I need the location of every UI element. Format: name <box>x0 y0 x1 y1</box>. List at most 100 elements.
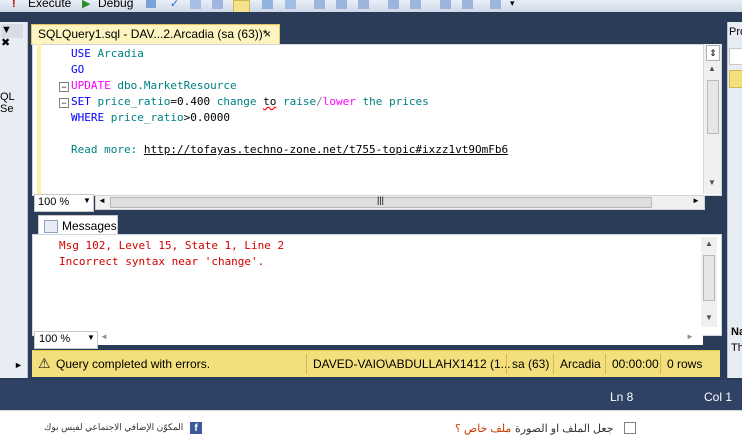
scroll-left-icon[interactable]: ◄ <box>98 196 106 205</box>
database-name: Arcadia <box>97 47 144 60</box>
scroll-left-icon[interactable]: ◄ <box>100 332 108 341</box>
warning-icon: ⚠ <box>38 355 51 371</box>
facebook-icon[interactable]: f <box>190 422 202 434</box>
social-plugin-text[interactable]: المكوّن الإضافي الاجتماعي لفيس بوك <box>44 422 183 433</box>
editor-line-4: SET price_ratio=0.400 change to raise/lo… <box>71 95 429 108</box>
keyword-use: USE <box>71 47 91 60</box>
editor-line-6: Read more: http://tofayas.techno-zone.ne… <box>71 143 508 156</box>
status-elapsed: 00:00:00 <box>612 357 659 371</box>
messages-icon <box>44 220 58 233</box>
editor-line-5: WHERE price_ratio>0.0000 <box>71 111 230 124</box>
results-zoom-value: 100 % <box>39 333 71 345</box>
editor-vertical-scrollbar[interactable]: ⇕ ▲ ▼ <box>703 44 721 194</box>
results-horizontal-scrollbar[interactable]: ◄ ► <box>98 332 703 345</box>
column-name: price_ratio <box>97 95 171 108</box>
results-vertical-scrollbar[interactable]: ▲ ▼ <box>701 237 717 327</box>
object-explorer-panel: ▼ ✖ QL Se ► <box>0 22 28 378</box>
scroll-thumb[interactable] <box>707 80 719 134</box>
keyword-update: UPDATE <box>71 79 111 92</box>
results-zoom-dropdown[interactable]: 100 % ▼ <box>34 331 98 349</box>
error-message-1: Msg 102, Level 15, State 1, Line 2 <box>59 239 285 252</box>
keyword-where: WHERE <box>71 111 105 124</box>
editor-line-3: UPDATE dbo.MarketResource <box>71 79 237 92</box>
status-rows: 0 rows <box>667 357 703 371</box>
close-icon[interactable]: × <box>264 27 271 41</box>
specify-values-icon[interactable] <box>410 0 421 9</box>
outdent-icon[interactable] <box>388 0 399 9</box>
token-raise: raise <box>282 95 317 108</box>
properties-dropdown[interactable] <box>729 48 742 65</box>
parse-icon[interactable]: ✓ <box>170 0 179 10</box>
collapse-set-icon[interactable]: − <box>59 98 69 108</box>
private-file-checkbox[interactable] <box>624 422 636 434</box>
toolbar: ! Execute ▶ Debug ✓ ▾ <box>0 0 742 12</box>
table-name: dbo.MarketResource <box>117 79 237 92</box>
uncomment-icon[interactable] <box>336 0 347 9</box>
editor-zoom-dropdown[interactable]: 100 % ▼ <box>34 194 94 212</box>
tab-title: SQLQuery1.sql - DAV...2.Arcadia (sa (63)… <box>38 27 268 41</box>
properties-panel: Pro Na Th <box>727 22 742 378</box>
scroll-right-icon[interactable]: ► <box>686 332 694 341</box>
split-icon[interactable]: ⇕ <box>706 45 720 61</box>
scroll-up-icon[interactable]: ▲ <box>705 239 713 248</box>
messages-tab-label: Messages <box>62 219 117 233</box>
private-file-link[interactable]: ملف خاص ؟ <box>455 422 511 435</box>
assignment-value: =0.400 <box>170 95 211 108</box>
chevron-down-icon: ▼ <box>83 196 91 205</box>
object-explorer-label: QL Se <box>0 91 15 115</box>
execute-icon: ! <box>12 0 16 10</box>
tab-sqlquery1[interactable]: SQLQuery1.sql - DAV...2.Arcadia (sa (63)… <box>31 24 280 45</box>
read-more-label: Read more: <box>71 143 138 156</box>
status-separator <box>306 354 307 374</box>
status-user: sa (63) <box>512 357 550 371</box>
indent-icon[interactable] <box>358 0 369 9</box>
query-editor[interactable]: USE Arcadia GO UPDATE dbo.MarketResource… <box>32 44 722 196</box>
error-message-2: Incorrect syntax near 'change'. <box>59 255 265 268</box>
query-status-bar: ⚠ Query completed with errors. DAVED-VAI… <box>32 350 720 377</box>
pin-icon[interactable]: ▼ ✖ <box>1 24 23 49</box>
left-scroll-arrow-icon[interactable]: ► <box>14 360 23 370</box>
keyword-go: GO <box>71 63 85 76</box>
scroll-down-icon[interactable]: ▼ <box>705 313 713 322</box>
where-value: >0.0000 <box>183 111 230 124</box>
results-pane[interactable]: Msg 102, Level 15, State 1, Line 2 Incor… <box>32 234 722 336</box>
status-separator <box>660 354 661 374</box>
status-server: DAVED-VAIO\ABDULLAHX1412 (1... <box>313 357 511 371</box>
read-more-link[interactable]: http://tofayas.techno-zone.net/t755-topi… <box>144 143 508 156</box>
display-plan-icon[interactable] <box>190 0 201 9</box>
properties-icon[interactable] <box>490 0 501 9</box>
comment-icon[interactable] <box>314 0 325 9</box>
scroll-right-icon[interactable]: ► <box>692 196 700 205</box>
scroll-down-icon[interactable]: ▼ <box>708 178 716 187</box>
status-separator <box>605 354 606 374</box>
status-separator <box>506 354 507 374</box>
query-options-icon[interactable] <box>212 0 223 9</box>
properties-grid-icon[interactable] <box>729 70 742 88</box>
tab-messages[interactable]: Messages <box>38 215 118 236</box>
browser-footer: المكوّن الإضافي الاجتماعي لفيس بوك f ملف… <box>0 410 742 435</box>
debug-button[interactable]: Debug <box>98 0 133 10</box>
editor-line-2: GO <box>71 63 84 76</box>
editor-horizontal-scrollbar[interactable]: ◄ ||| ► <box>95 195 705 210</box>
toolbar-overflow-icon[interactable]: ▾ <box>510 0 515 9</box>
status-separator <box>553 354 554 374</box>
results-to-grid-icon[interactable] <box>233 0 250 12</box>
change-tracking-margin <box>37 44 41 194</box>
editor-zoom-value: 100 % <box>38 196 70 208</box>
results-to-file-icon[interactable] <box>285 0 296 9</box>
stop-icon[interactable] <box>146 0 156 8</box>
scroll-thumb[interactable] <box>703 255 715 301</box>
keyword-set: SET <box>71 95 91 108</box>
token-slash: / <box>316 95 323 108</box>
hscroll-thumb[interactable]: ||| <box>110 195 652 208</box>
scroll-up-icon[interactable]: ▲ <box>708 64 716 73</box>
status-message: Query completed with errors. <box>56 357 211 371</box>
align-right-icon[interactable] <box>462 0 473 9</box>
results-to-text-icon[interactable] <box>262 0 273 9</box>
ide-status-bar: Ln 8 Col 1 <box>0 380 742 410</box>
execute-button[interactable]: Execute <box>28 0 71 10</box>
properties-th-label: Th <box>731 342 742 354</box>
token-to: to <box>263 95 277 108</box>
collapse-update-icon[interactable]: − <box>59 82 69 92</box>
align-left-icon[interactable] <box>440 0 451 9</box>
